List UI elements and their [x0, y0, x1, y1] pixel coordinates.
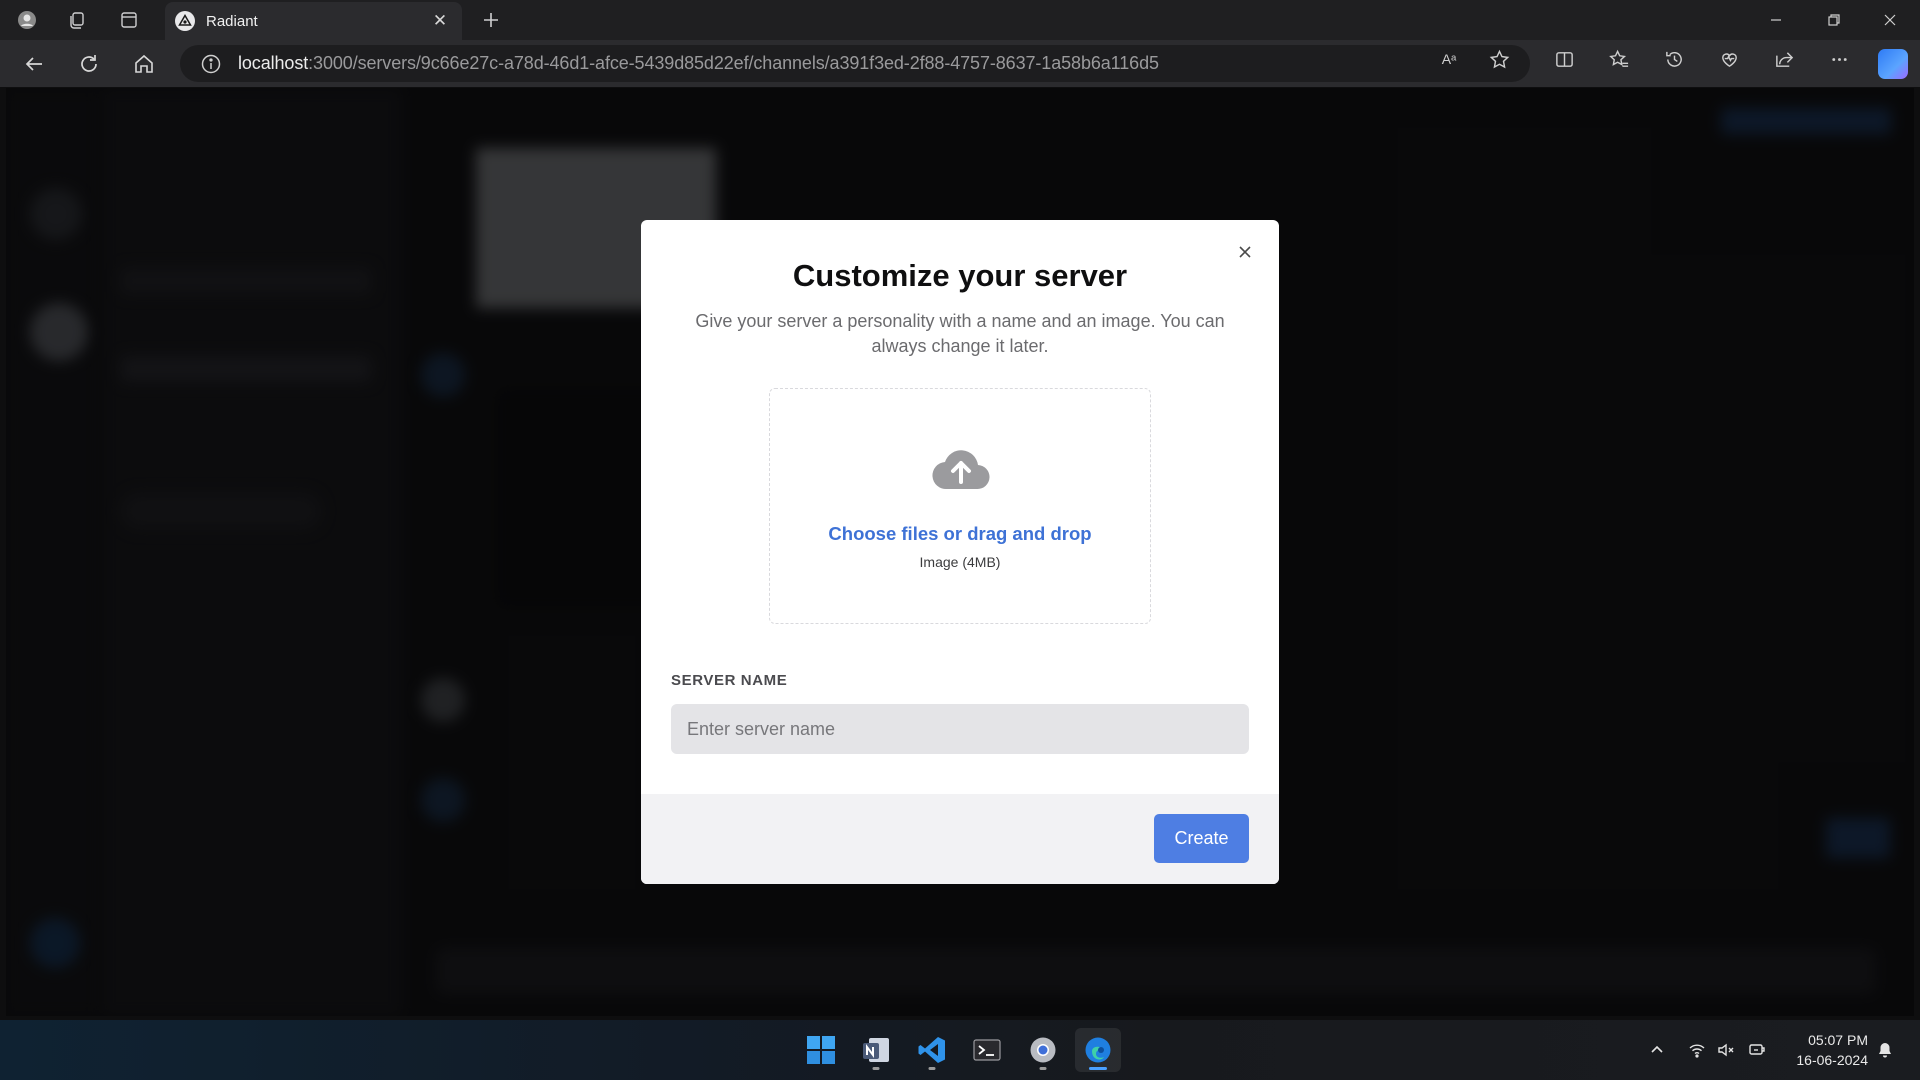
running-indicator	[1089, 1067, 1107, 1070]
clock-time: 05:07 PM	[1808, 1032, 1868, 1048]
history-icon[interactable]	[1659, 45, 1689, 73]
cloud-upload-icon	[932, 450, 990, 490]
url-path: :3000/servers/9c66e27c-a78d-46d1-afce-54…	[308, 53, 1159, 73]
read-aloud-glyph: Aᵃ	[1441, 51, 1457, 67]
minimize-icon[interactable]	[1748, 0, 1804, 40]
modal-title: Customize your server	[792, 258, 1128, 293]
notification-bell-icon[interactable]	[1876, 1036, 1894, 1064]
home-icon[interactable]	[126, 47, 162, 81]
browser-tab-radiant[interactable]: Radiant ✕	[165, 2, 462, 40]
clock-date: 16-06-2024	[1796, 1052, 1868, 1068]
browser-nav-bar: localhost:3000/servers/9c66e27c-a78d-46d…	[0, 40, 1920, 87]
upload-hint: Image (4MB)	[919, 554, 1001, 570]
browser-tab-bar: Radiant ✕	[0, 0, 1920, 40]
modal-footer: Create	[641, 794, 1279, 884]
choose-files-link[interactable]: Choose files or drag and drop	[770, 523, 1150, 545]
server-name-input[interactable]	[671, 704, 1249, 754]
chrome-icon[interactable]	[1020, 1028, 1066, 1072]
favorites-icon[interactable]	[1604, 45, 1634, 73]
vscode-icon[interactable]	[909, 1028, 955, 1072]
back-icon[interactable]	[16, 47, 52, 81]
battery-sync-icon[interactable]	[1748, 1036, 1766, 1064]
terminal-icon[interactable]	[964, 1028, 1010, 1072]
favorite-star-icon[interactable]	[1484, 45, 1514, 73]
windows-taskbar: 05:07 PM 16-06-2024	[0, 1020, 1920, 1080]
radiant-favicon-icon	[175, 11, 195, 31]
modal-description: Give your server a personality with a na…	[695, 311, 1225, 356]
workspaces-icon[interactable]	[62, 6, 92, 34]
running-indicator	[872, 1067, 880, 1070]
image-dropzone[interactable]: Choose files or drag and drop Image (4MB…	[769, 388, 1151, 624]
create-button[interactable]: Create	[1154, 814, 1249, 863]
read-aloud-icon[interactable]: Aᵃ	[1434, 45, 1464, 73]
close-window-icon[interactable]	[1862, 0, 1918, 40]
close-tab-icon[interactable]: ✕	[428, 9, 452, 33]
show-hidden-icons-chevron-icon[interactable]	[1648, 1036, 1666, 1064]
share-icon[interactable]	[1769, 45, 1799, 73]
new-tab-icon[interactable]	[476, 6, 506, 34]
url-text: localhost:3000/servers/9c66e27c-a78d-46d…	[238, 53, 1159, 74]
running-indicator	[928, 1067, 936, 1070]
url-host: localhost	[238, 53, 309, 73]
refresh-icon[interactable]	[71, 47, 107, 81]
more-menu-icon[interactable]	[1824, 45, 1854, 73]
address-bar[interactable]: localhost:3000/servers/9c66e27c-a78d-46d…	[180, 45, 1530, 82]
volume-muted-icon[interactable]	[1717, 1036, 1735, 1064]
edge-icon[interactable]	[1075, 1028, 1121, 1072]
tab-title: Radiant	[206, 12, 258, 30]
browser-essentials-icon[interactable]	[1714, 45, 1744, 73]
site-info-icon[interactable]	[200, 53, 222, 75]
profile-avatar-icon[interactable]	[12, 6, 42, 34]
split-screen-icon[interactable]	[1549, 45, 1579, 73]
server-name-label: SERVER NAME	[671, 672, 788, 689]
windows-start-icon[interactable]	[798, 1028, 844, 1072]
wifi-icon[interactable]	[1688, 1036, 1706, 1064]
running-indicator	[1039, 1067, 1047, 1070]
onenote-icon[interactable]	[853, 1028, 899, 1072]
tab-actions-icon[interactable]	[114, 6, 144, 34]
system-clock[interactable]: 05:07 PM 16-06-2024	[1796, 1030, 1868, 1070]
copilot-icon[interactable]	[1878, 49, 1908, 79]
customize-server-modal: Customize your server Give your server a…	[641, 220, 1279, 884]
restore-icon[interactable]	[1806, 0, 1862, 40]
